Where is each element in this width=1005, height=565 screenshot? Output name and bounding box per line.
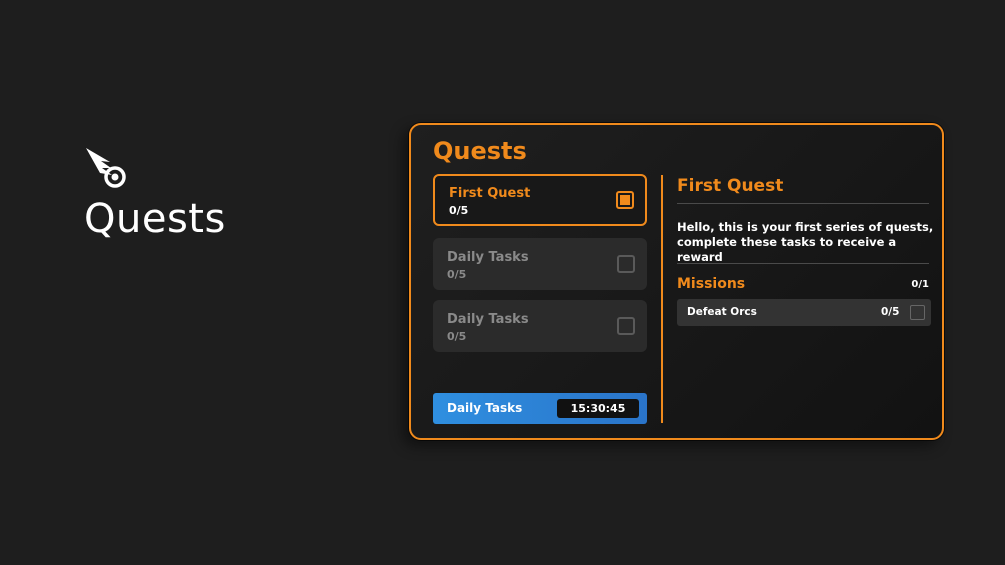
brand-logo [84, 146, 128, 190]
quest-name: Daily Tasks [447, 312, 529, 327]
quest-name: Daily Tasks [447, 250, 529, 265]
quest-checkbox[interactable] [617, 255, 635, 273]
checkbox-fill [620, 195, 630, 205]
vertical-divider [661, 175, 663, 423]
mission-row-defeat-orcs[interactable]: Defeat Orcs 0/5 [677, 299, 931, 326]
missions-heading: Missions [677, 276, 746, 292]
comet-icon [86, 148, 126, 188]
missions-count: 0/1 [911, 279, 929, 290]
quest-checkbox[interactable] [616, 191, 634, 209]
mission-progress: 0/5 [881, 306, 900, 318]
daily-timer: 15:30:45 [557, 399, 639, 418]
panel-title: Quests [433, 137, 527, 165]
quest-card-daily-tasks[interactable]: Daily Tasks 0/5 [433, 238, 647, 290]
daily-tasks-label: Daily Tasks [447, 401, 523, 415]
quest-progress: 0/5 [447, 330, 467, 343]
quest-description: Hello, this is your first series of ques… [677, 220, 934, 264]
quest-card-first-quest[interactable]: First Quest 0/5 [433, 174, 647, 226]
quest-progress: 0/5 [447, 268, 467, 281]
quest-name: First Quest [449, 186, 531, 201]
mission-name: Defeat Orcs [687, 306, 757, 318]
quests-panel: Quests First Quest 0/5 Daily Tasks 0/5 D… [409, 123, 944, 440]
daily-tasks-button[interactable]: Daily Tasks 15:30:45 [433, 393, 647, 424]
quest-progress: 0/5 [449, 204, 469, 217]
brand-title: Quests [84, 196, 226, 242]
quest-checkbox[interactable] [617, 317, 635, 335]
quest-card-daily-tasks[interactable]: Daily Tasks 0/5 [433, 300, 647, 352]
mission-checkbox[interactable] [910, 305, 925, 320]
quest-detail-title: First Quest [677, 176, 784, 196]
divider [677, 203, 929, 204]
divider [677, 263, 929, 264]
